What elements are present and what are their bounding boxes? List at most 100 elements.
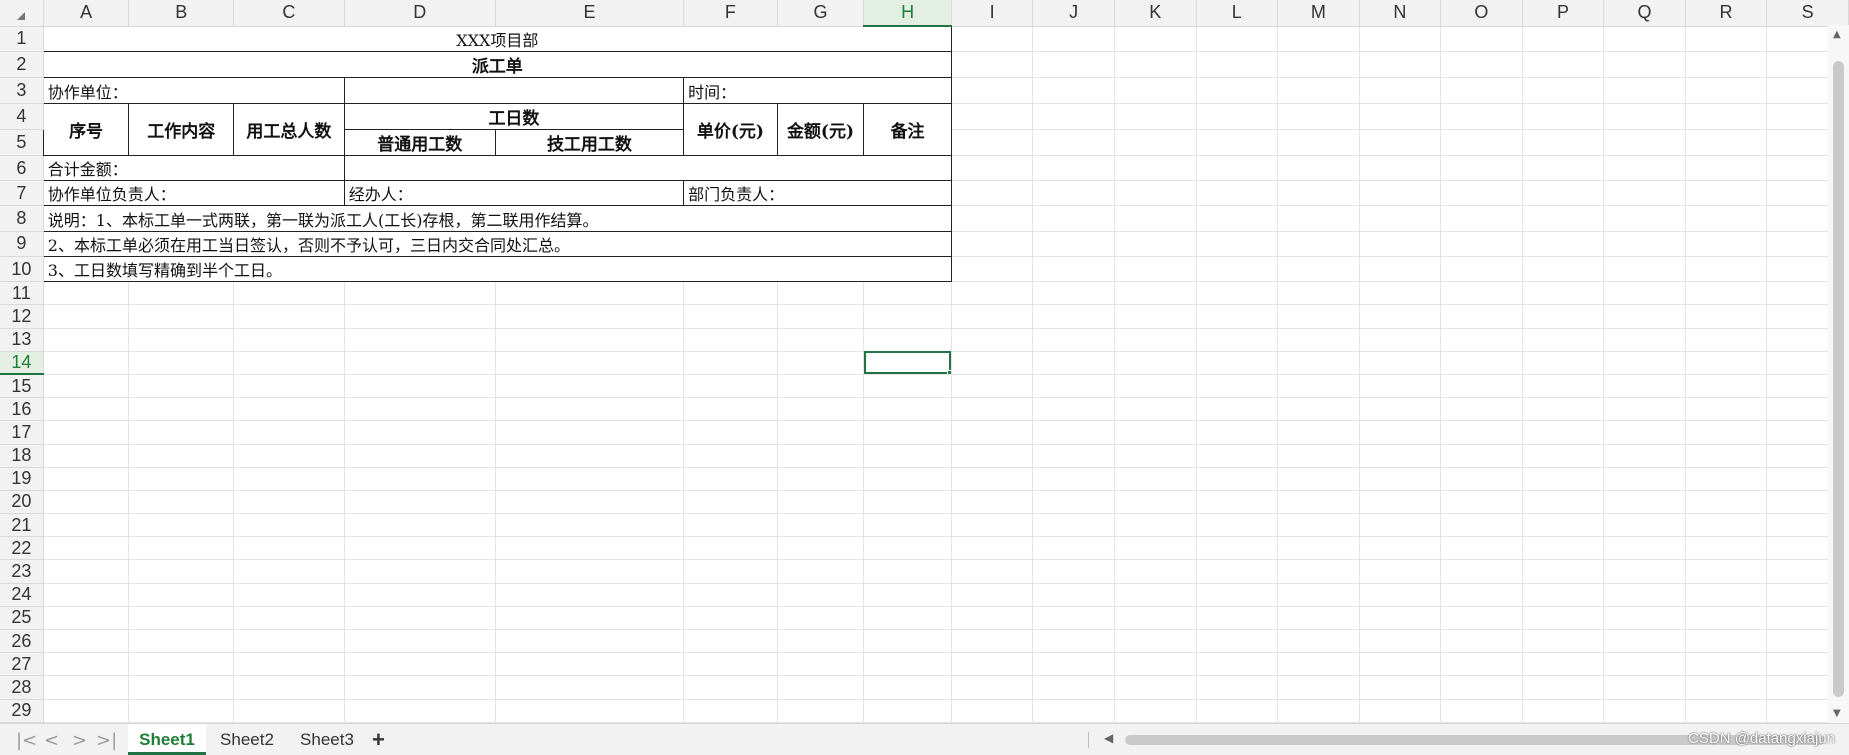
cell[interactable]: [344, 675, 496, 700]
column-header-r[interactable]: R: [1685, 0, 1768, 27]
cell[interactable]: [1603, 328, 1686, 352]
cell[interactable]: [1196, 583, 1279, 607]
cell[interactable]: [1277, 129, 1360, 157]
cell[interactable]: [1032, 374, 1115, 399]
cell-workdays-header[interactable]: 工日数: [344, 103, 685, 130]
cell[interactable]: [1522, 281, 1605, 306]
cell[interactable]: [951, 490, 1034, 515]
cell[interactable]: [128, 304, 235, 329]
cell[interactable]: [1114, 205, 1197, 232]
cell[interactable]: [1522, 583, 1605, 607]
cell-remarks-header[interactable]: 备注: [863, 103, 952, 157]
cell[interactable]: [1032, 180, 1115, 207]
cell[interactable]: [1685, 304, 1768, 329]
cell[interactable]: [128, 374, 235, 399]
cell[interactable]: [1522, 513, 1605, 538]
cell[interactable]: [1603, 444, 1686, 468]
cell[interactable]: [1685, 155, 1768, 182]
cell[interactable]: [951, 281, 1034, 306]
cell-note-1[interactable]: 说明：1、本标工单一式两联，第一联为派工人(工长)存根，第二联用作结算。: [42, 205, 952, 232]
cell[interactable]: [233, 513, 345, 538]
row-header-16[interactable]: 16: [0, 397, 44, 422]
cell[interactable]: [1440, 536, 1523, 561]
cell-amount-header[interactable]: 金额(元): [777, 103, 865, 157]
cell[interactable]: [1603, 77, 1686, 104]
cell[interactable]: [1359, 675, 1442, 700]
cell[interactable]: [1522, 374, 1605, 399]
row-header-27[interactable]: 27: [0, 652, 44, 677]
cell[interactable]: [128, 583, 235, 607]
cell[interactable]: [1522, 103, 1605, 130]
cell[interactable]: [1685, 103, 1768, 130]
cell[interactable]: [683, 444, 778, 468]
column-header-f[interactable]: F: [683, 0, 778, 27]
cell[interactable]: [777, 420, 865, 445]
cell[interactable]: [43, 699, 130, 724]
row-header-10[interactable]: 10: [0, 256, 44, 283]
cell[interactable]: [43, 536, 130, 561]
cell[interactable]: [951, 467, 1034, 491]
cell[interactable]: [1440, 559, 1523, 584]
cell[interactable]: [495, 397, 685, 422]
cell[interactable]: [43, 351, 130, 375]
cell[interactable]: [1440, 675, 1523, 700]
cell[interactable]: [1196, 351, 1279, 375]
cell[interactable]: [777, 699, 865, 724]
cell[interactable]: [1603, 513, 1686, 538]
cell[interactable]: [1440, 606, 1523, 631]
cell[interactable]: [1277, 155, 1360, 182]
column-header-g[interactable]: G: [777, 0, 865, 27]
cell[interactable]: [1440, 155, 1523, 182]
cell[interactable]: [43, 420, 130, 445]
cell[interactable]: [1603, 397, 1686, 422]
cell[interactable]: [951, 304, 1034, 329]
cell[interactable]: [1685, 629, 1768, 654]
cell[interactable]: [1603, 103, 1686, 130]
cell[interactable]: [1359, 536, 1442, 561]
cell[interactable]: [1522, 606, 1605, 631]
cell[interactable]: [1277, 351, 1360, 375]
cell[interactable]: [1032, 699, 1115, 724]
cell[interactable]: [1603, 256, 1686, 283]
cell[interactable]: [1196, 304, 1279, 329]
cell[interactable]: [344, 467, 496, 491]
row-header-24[interactable]: 24: [0, 583, 44, 607]
cell[interactable]: [1032, 304, 1115, 329]
cell[interactable]: [344, 536, 496, 561]
cell-project-dept[interactable]: XXX项目部: [42, 25, 952, 53]
cell[interactable]: [1440, 129, 1523, 157]
cell-note-2[interactable]: 2、本标工单必须在用工当日签认，否则不予认可，三日内交合同处汇总。: [42, 231, 952, 257]
last-sheet-icon[interactable]: >|: [96, 730, 117, 751]
cell[interactable]: [683, 467, 778, 491]
cell[interactable]: [1032, 490, 1115, 515]
cell[interactable]: [495, 606, 685, 631]
cell[interactable]: [863, 536, 952, 561]
cell[interactable]: [1359, 205, 1442, 232]
cell[interactable]: [951, 536, 1034, 561]
row-header-4[interactable]: 4: [0, 103, 44, 130]
cell[interactable]: [863, 467, 952, 491]
cell[interactable]: [1359, 103, 1442, 130]
cell[interactable]: [1277, 467, 1360, 491]
row-header-8[interactable]: 8: [0, 205, 44, 232]
cell[interactable]: [777, 536, 865, 561]
cell[interactable]: [43, 606, 130, 631]
cell[interactable]: [1603, 559, 1686, 584]
cell[interactable]: [863, 304, 952, 329]
cell[interactable]: [1359, 180, 1442, 207]
cell[interactable]: [344, 559, 496, 584]
row-header-17[interactable]: 17: [0, 420, 44, 445]
cell[interactable]: [1114, 490, 1197, 515]
cell[interactable]: [1359, 328, 1442, 352]
cell[interactable]: [1685, 444, 1768, 468]
cell[interactable]: [1032, 652, 1115, 677]
cell-dept-responsible[interactable]: 部门负责人：: [683, 180, 952, 207]
cell[interactable]: [495, 583, 685, 607]
cell[interactable]: [863, 397, 952, 422]
cell[interactable]: [495, 304, 685, 329]
cell[interactable]: [233, 583, 345, 607]
cell[interactable]: [1196, 77, 1279, 104]
cell[interactable]: [495, 513, 685, 538]
cell[interactable]: [233, 490, 345, 515]
cell[interactable]: [1032, 536, 1115, 561]
